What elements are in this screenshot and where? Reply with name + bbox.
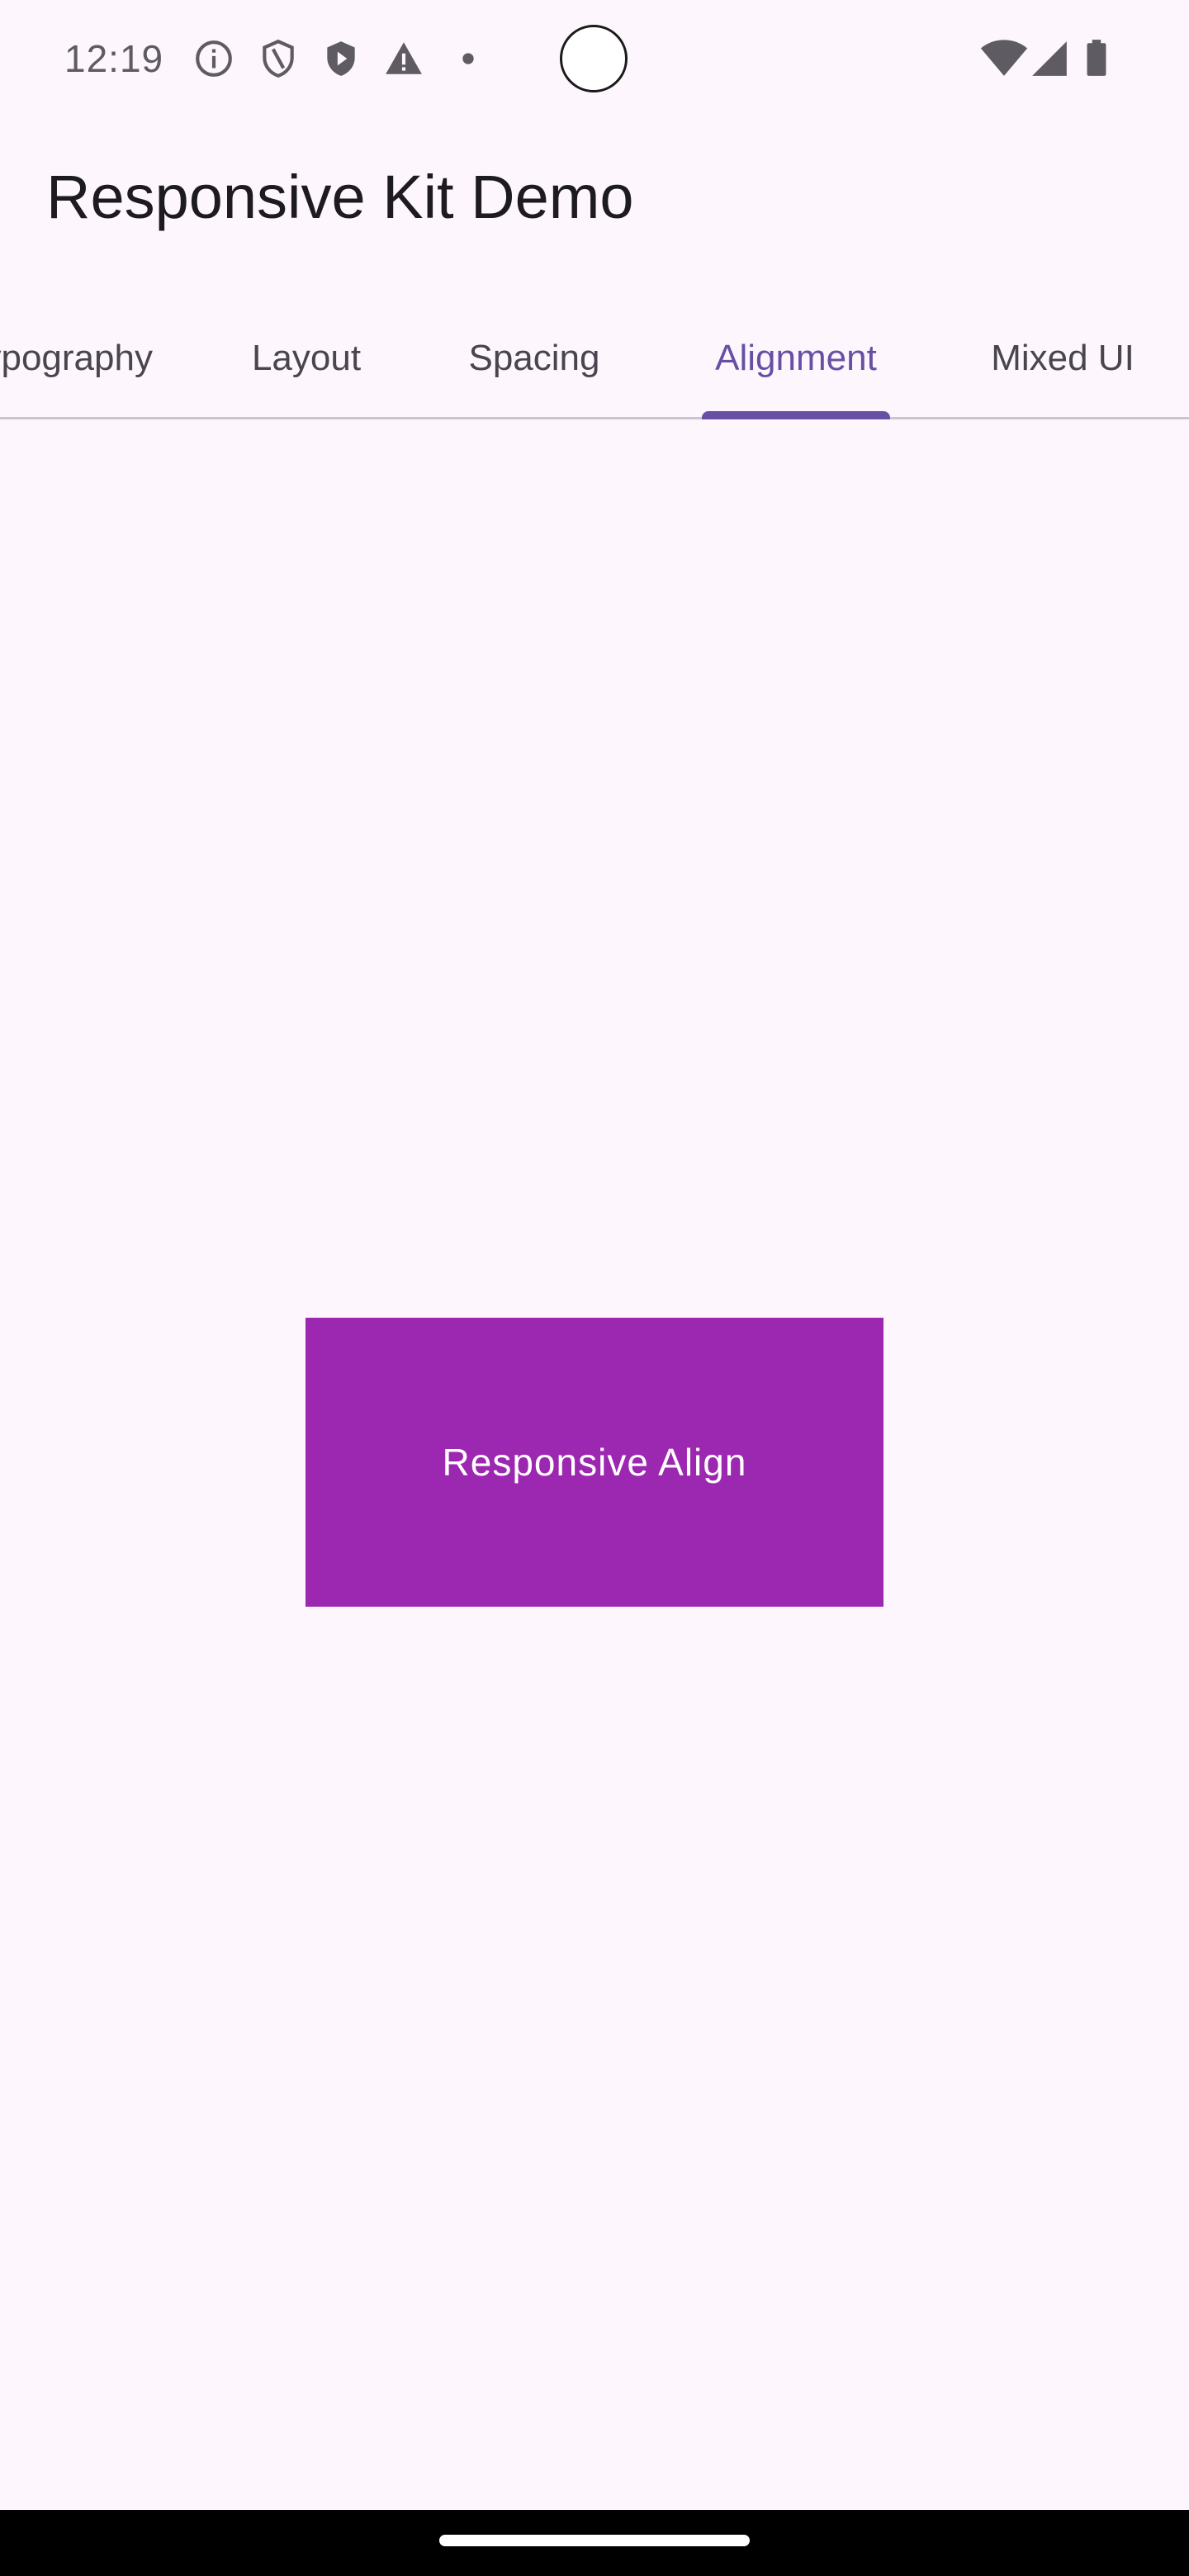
tab-typography[interactable]: Typography bbox=[0, 297, 165, 419]
shield-outline-icon bbox=[263, 39, 294, 78]
shield-play-icon bbox=[327, 41, 355, 76]
app-title: Responsive Kit Demo bbox=[46, 163, 634, 231]
active-tab-indicator bbox=[702, 411, 890, 419]
tab-mixed-ui[interactable]: Mixed UI bbox=[958, 297, 1168, 419]
battery-icon bbox=[1087, 40, 1106, 76]
navigation-bar bbox=[0, 2510, 1189, 2576]
status-time: 12:19 bbox=[64, 37, 164, 80]
app-screen: 12:19 Responsive Kit Demo pography Layou… bbox=[0, 0, 1189, 2510]
responsive-align-label: Responsive Align bbox=[442, 1441, 747, 1484]
tab-layout[interactable]: Layout bbox=[215, 297, 398, 419]
wifi-icon bbox=[980, 40, 1028, 76]
signal-icon bbox=[1032, 41, 1067, 76]
warning-icon bbox=[386, 42, 422, 74]
tab-bar: Typography Layout Spacing Alignment Mixe… bbox=[0, 297, 1189, 419]
tab-alignment[interactable]: Alignment bbox=[682, 297, 910, 419]
camera-cutout bbox=[560, 25, 628, 92]
home-gesture-handle[interactable] bbox=[439, 2535, 750, 2546]
tab-spacing[interactable]: Spacing bbox=[431, 297, 637, 419]
responsive-align-box: Responsive Align bbox=[306, 1318, 883, 1607]
info-icon bbox=[196, 40, 232, 77]
dot-icon bbox=[462, 53, 474, 64]
status-bar: 12:19 bbox=[0, 0, 1189, 119]
